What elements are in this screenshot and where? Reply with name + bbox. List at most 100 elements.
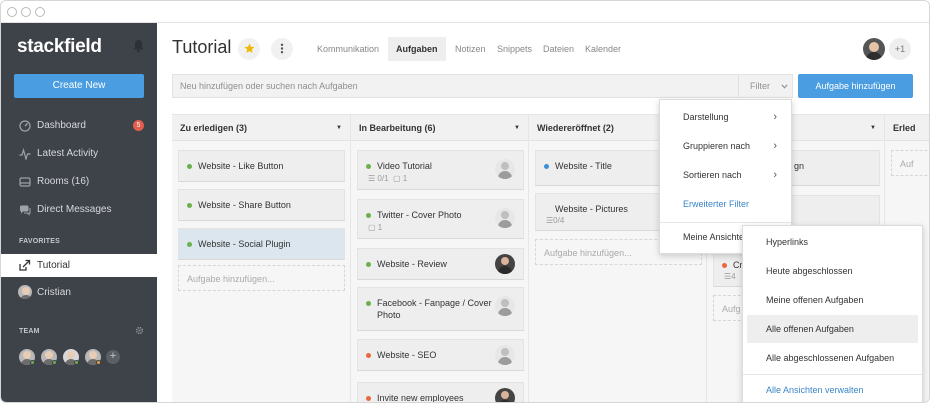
menu-item-alle-abgeschlossenen[interactable]: Alle abgeschlossenen Aufgaben bbox=[743, 344, 922, 372]
task-card[interactable]: Facebook - Fanpage / Cover Photo bbox=[357, 287, 524, 331]
activity-icon bbox=[19, 148, 31, 160]
column-title: Erled bbox=[893, 123, 916, 133]
column-header[interactable]: Erled bbox=[885, 115, 929, 141]
sidebar-item-latest-activity[interactable]: Latest Activity bbox=[1, 143, 157, 165]
task-card-selected[interactable]: Website - Social Plugin bbox=[178, 228, 345, 260]
sidebar-item-label: Cristian bbox=[37, 287, 71, 298]
sidebar-item-label: Tutorial bbox=[37, 260, 70, 271]
status-dot bbox=[187, 203, 192, 208]
sidebar-item-tutorial[interactable]: Tutorial bbox=[1, 254, 157, 277]
bell-icon[interactable] bbox=[132, 39, 145, 53]
search-input[interactable]: Neu hinzufügen oder suchen nach Aufgaben bbox=[180, 81, 358, 91]
task-card[interactable]: Website - Share Button bbox=[178, 189, 345, 221]
column-header[interactable]: In Bearbeitung (6) ▼ bbox=[351, 115, 528, 141]
comment-icon: ▢ bbox=[368, 223, 376, 232]
column-menu-icon[interactable]: ▼ bbox=[336, 115, 342, 141]
column-menu-icon[interactable]: ▼ bbox=[870, 115, 876, 141]
task-meta: ☰4 bbox=[724, 272, 736, 281]
room-member-avatar[interactable] bbox=[863, 38, 885, 60]
menu-item-sortieren[interactable]: Sortieren nach › bbox=[660, 161, 791, 189]
gear-icon[interactable] bbox=[135, 326, 144, 335]
status-dot bbox=[366, 262, 371, 267]
assignee-avatar[interactable] bbox=[495, 345, 515, 365]
filter-button[interactable]: Filter bbox=[738, 75, 793, 97]
manage-views-link[interactable]: Alle Ansichten verwalten bbox=[743, 376, 922, 402]
sidebar-item-dashboard[interactable]: Dashboard 5 bbox=[1, 115, 157, 137]
task-title: Facebook - Fanpage / Cover Photo bbox=[377, 298, 492, 320]
column-header[interactable]: Zu erledigen (3) ▼ bbox=[172, 115, 350, 141]
menu-item-meine-offenen[interactable]: Meine offenen Aufgaben bbox=[743, 286, 922, 314]
task-card[interactable]: Website - SEO bbox=[357, 339, 524, 371]
views-submenu: Hyperlinks Heute abgeschlossen Meine off… bbox=[742, 225, 923, 402]
app-window: stackfield Create New Dashboard 5 Latest… bbox=[0, 0, 930, 403]
star-icon bbox=[244, 43, 254, 53]
add-task-inline[interactable]: Aufgabe hinzufügen... bbox=[178, 265, 345, 291]
task-title: Website - Review bbox=[377, 259, 447, 269]
task-meta: ▢ 1 bbox=[368, 223, 383, 232]
window-close-icon[interactable] bbox=[7, 7, 17, 17]
add-task-button[interactable]: Aufgabe hinzufügen bbox=[798, 74, 913, 98]
more-options-button[interactable] bbox=[271, 38, 293, 60]
board-column-todo: Zu erledigen (3) ▼ Website - Like Button… bbox=[172, 114, 350, 402]
more-members-button[interactable]: +1 bbox=[889, 38, 911, 60]
tab-snippets[interactable]: Snippets bbox=[497, 37, 532, 61]
window-maximize-icon[interactable] bbox=[35, 7, 45, 17]
column-title: Zu erledigen (3) bbox=[180, 123, 248, 133]
status-dot bbox=[366, 353, 371, 358]
checklist-icon: ☰ bbox=[368, 174, 376, 183]
tab-dateien[interactable]: Dateien bbox=[543, 37, 574, 61]
add-task-inline[interactable]: Auf bbox=[891, 150, 929, 176]
favorite-star-button[interactable] bbox=[238, 38, 260, 60]
dashboard-icon bbox=[19, 120, 31, 132]
window-minimize-icon[interactable] bbox=[21, 7, 31, 17]
task-title: Website - Social Plugin bbox=[198, 239, 291, 249]
comment-icon: ▢ bbox=[392, 174, 401, 183]
messages-icon bbox=[20, 205, 31, 216]
task-card[interactable]: Invite new employees bbox=[357, 382, 524, 402]
task-meta: ☰ 0/1 ▢ 1 bbox=[368, 174, 408, 183]
task-title: Twitter - Cover Photo bbox=[377, 210, 462, 220]
board-column-in-progress: In Bearbeitung (6) ▼ Video Tutorial ☰ 0/… bbox=[350, 114, 528, 402]
column-menu-icon[interactable]: ▼ bbox=[514, 115, 520, 141]
assignee-avatar[interactable] bbox=[495, 254, 515, 274]
tab-kalender[interactable]: Kalender bbox=[585, 37, 621, 61]
sidebar-item-label: Direct Messages bbox=[37, 204, 112, 215]
status-dot bbox=[187, 242, 192, 247]
assignee-avatar[interactable] bbox=[495, 296, 515, 316]
chevron-down-icon bbox=[780, 84, 788, 89]
menu-item-alle-offenen[interactable]: Alle offenen Aufgaben bbox=[747, 315, 918, 343]
status-dot bbox=[366, 164, 371, 169]
menu-item-gruppieren[interactable]: Gruppieren nach › bbox=[660, 132, 791, 160]
task-title: Website - Pictures bbox=[555, 204, 628, 214]
page-title: Tutorial bbox=[172, 37, 232, 57]
online-status-dot bbox=[52, 360, 57, 365]
tab-aufgaben[interactable]: Aufgaben bbox=[388, 37, 446, 61]
assignee-avatar[interactable] bbox=[495, 208, 515, 228]
task-search-bar[interactable]: Neu hinzufügen oder suchen nach Aufgaben… bbox=[172, 74, 793, 98]
sidebar-item-label: Latest Activity bbox=[37, 148, 99, 159]
menu-item-hyperlinks[interactable]: Hyperlinks bbox=[743, 228, 922, 256]
sidebar-item-direct-messages[interactable]: Direct Messages bbox=[1, 199, 157, 221]
tab-notizen[interactable]: Notizen bbox=[455, 37, 486, 61]
assignee-avatar[interactable] bbox=[495, 159, 515, 179]
assignee-avatar[interactable] bbox=[495, 388, 515, 402]
menu-item-darstellung[interactable]: Darstellung › bbox=[660, 103, 791, 131]
status-dot bbox=[544, 164, 549, 169]
task-title: Website - Title bbox=[555, 161, 612, 171]
chevron-right-icon: › bbox=[773, 169, 777, 181]
app-logo[interactable]: stackfield bbox=[17, 36, 102, 58]
task-card[interactable]: Website - Like Button bbox=[178, 150, 345, 182]
task-card[interactable]: Twitter - Cover Photo ▢ 1 bbox=[357, 199, 524, 239]
task-card[interactable]: Video Tutorial ☰ 0/1 ▢ 1 bbox=[357, 150, 524, 190]
sidebar-item-label: Dashboard bbox=[37, 120, 86, 131]
task-card[interactable]: Website - Review bbox=[357, 248, 524, 280]
rooms-icon bbox=[19, 177, 31, 187]
sidebar-item-cristian[interactable]: Cristian bbox=[1, 282, 157, 304]
sidebar-item-rooms[interactable]: Rooms (16) bbox=[1, 171, 157, 193]
plus-icon[interactable]: + bbox=[106, 350, 120, 364]
menu-item-erweiterter-filter[interactable]: Erweiterter Filter bbox=[660, 190, 791, 218]
tab-kommunikation[interactable]: Kommunikation bbox=[317, 37, 379, 61]
menu-item-heute-abgeschlossen[interactable]: Heute abgeschlossen bbox=[743, 257, 922, 285]
filter-label: Filter bbox=[750, 81, 770, 91]
create-new-button[interactable]: Create New bbox=[14, 74, 144, 98]
